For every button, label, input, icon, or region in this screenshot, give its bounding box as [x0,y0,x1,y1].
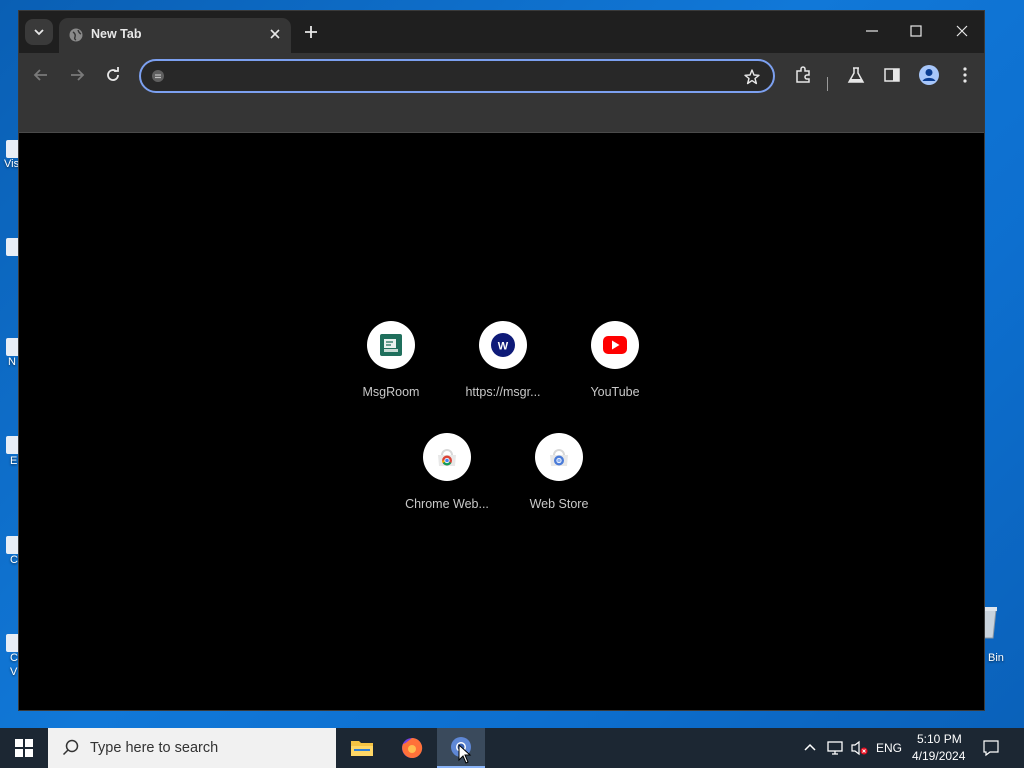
clock-date[interactable]: 4/19/2024 [912,749,965,763]
side-panel-icon[interactable] [882,65,902,85]
shortcut-tile[interactable]: Web Store [503,433,615,537]
shortcut-label: https://msgr... [465,385,541,399]
folder-icon [351,741,373,756]
file-explorer-taskbar-button[interactable] [338,728,386,768]
taskbar: Type here to search ENG 5:10 PM 4/19/202… [0,728,1024,768]
window-close-icon[interactable] [954,23,970,39]
search-icon [62,739,79,756]
volume-muted-icon[interactable] [850,740,868,756]
minimize-icon[interactable] [864,23,880,39]
address-bar[interactable] [139,59,775,93]
taskbar-search-box[interactable]: Type here to search [48,728,336,768]
clock-time[interactable]: 5:10 PM [917,732,962,746]
forward-arrow-icon[interactable] [67,65,87,85]
maximize-icon[interactable] [908,23,924,39]
browser-window: New Tab MsgRoom W https://msgr... YouTub… [18,10,985,711]
svg-text:W: W [498,341,509,353]
close-icon[interactable] [269,28,281,40]
shortcut-label: MsgRoom [362,385,420,399]
web-store-icon [550,449,568,466]
address-input[interactable] [171,66,731,86]
shortcut-label: YouTube [590,385,640,399]
shortcut-label: Chrome Web... [405,497,489,511]
chevron-down-icon [34,29,44,36]
notification-icon[interactable] [982,739,1000,757]
recycle-bin-label: Bin [988,652,1004,664]
tab-strip: New Tab [19,11,984,53]
tab-title: New Tab [91,27,142,41]
desktop-icon-label: N [8,356,16,368]
shortcut-label: Web Store [529,497,589,511]
mouse-cursor-icon [458,744,472,764]
search-engine-icon [152,70,164,82]
labs-flask-icon[interactable] [846,65,866,85]
kebab-menu-icon[interactable] [955,65,975,85]
youtube-icon [603,336,627,354]
desktop-icon-label: V [10,666,18,678]
w-letter-icon: W [491,333,515,357]
shortcut-tile[interactable]: MsgRoom [335,321,447,425]
network-icon[interactable] [826,740,844,756]
firefox-icon [402,737,423,758]
taskbar-search-placeholder: Type here to search [90,740,219,756]
plus-icon[interactable] [303,24,319,40]
extensions-puzzle-icon[interactable] [793,65,813,85]
shortcut-icon-circle: W [479,321,527,369]
shortcut-tile[interactable]: W https://msgr... [447,321,559,425]
toolbar-divider [827,77,828,91]
tab-search-button[interactable] [25,19,53,45]
reload-icon[interactable] [103,65,123,85]
tab-new-tab[interactable]: New Tab [59,18,291,53]
shortcut-icon-circle [535,433,583,481]
desktop-icon-label: Vis [4,158,20,170]
shortcut-icon-circle [591,321,639,369]
language-indicator[interactable]: ENG [876,741,902,755]
profile-avatar-icon[interactable] [918,64,940,86]
shortcut-tile[interactable]: YouTube [559,321,671,425]
chrome-web-store-icon [438,449,456,466]
chevron-up-icon[interactable] [803,741,817,755]
desktop-icon-label: C [10,554,18,566]
back-arrow-icon[interactable] [31,65,51,85]
shortcut-icon-circle [367,321,415,369]
browser-toolbar [19,53,984,133]
start-button[interactable] [0,728,48,768]
globe-icon [69,28,83,42]
firefox-taskbar-button[interactable] [388,728,436,768]
shortcut-tile[interactable]: Chrome Web... [391,433,503,537]
msgroom-icon [380,334,402,356]
desktop-icon-label: C [10,652,18,664]
windows-logo-icon [15,739,33,757]
shortcut-icon-circle [423,433,471,481]
bookmark-star-icon[interactable] [743,68,761,86]
desktop-icon-label: E [10,455,18,467]
